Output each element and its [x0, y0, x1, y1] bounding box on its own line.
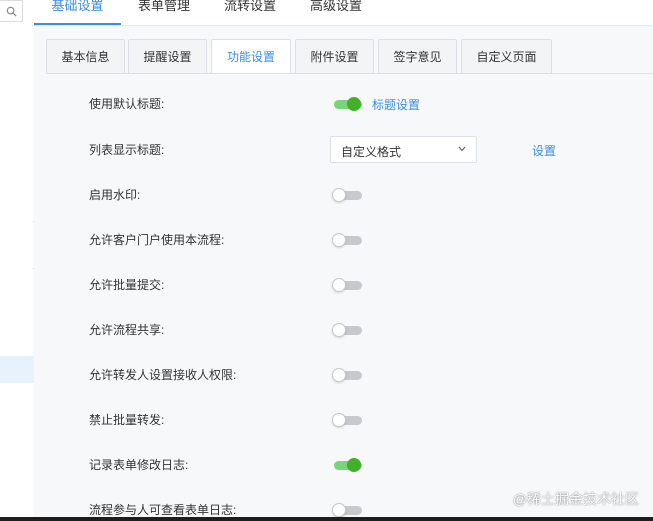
toggle-default-title[interactable]: [332, 97, 362, 111]
sub-tab-divider: [46, 73, 653, 74]
list-title-setting-link[interactable]: 设置: [532, 142, 556, 159]
row-label-batch-forward: 禁止批量转发:: [89, 413, 165, 427]
sub-tab-bar: 基本信息 提醒设置 功能设置 附件设置 签字意见 自定义页面: [46, 39, 653, 73]
row-label-watermark: 启用水印:: [89, 188, 141, 202]
toggle-flow-share[interactable]: [332, 323, 362, 337]
toggle-participant-view-log[interactable]: [332, 503, 362, 517]
sub-tab-reminder-settings[interactable]: 提醒设置: [128, 39, 207, 73]
tab-flow-settings[interactable]: 流转设置: [207, 0, 293, 25]
toggle-watermark[interactable]: [332, 188, 362, 202]
search-icon: [6, 6, 17, 17]
row-label-customer-portal: 允许客户门户使用本流程:: [89, 233, 225, 247]
row-label-flow-share: 允许流程共享:: [89, 323, 165, 337]
row-label-default-title: 使用默认标题:: [89, 97, 165, 111]
row-label-form-log: 记录表单修改日志:: [89, 458, 189, 472]
toggle-batch-forward[interactable]: [332, 413, 362, 427]
settings-panel: 基本信息 提醒设置 功能设置 附件设置 签字意见 自定义页面 使用默认标题: 标…: [34, 26, 653, 521]
tab-basic-settings[interactable]: 基础设置: [34, 0, 121, 25]
row-label-list-title: 列表显示标题:: [89, 143, 165, 157]
tab-advanced-settings[interactable]: 高级设置: [293, 0, 379, 25]
chevron-down-icon: [458, 146, 466, 152]
sub-tab-attachment-settings[interactable]: 附件设置: [295, 39, 374, 73]
toggle-customer-portal[interactable]: [332, 233, 362, 247]
title-setting-link[interactable]: 标题设置: [372, 96, 420, 113]
sidebar-item-active[interactable]: [0, 356, 34, 383]
row-label-participant-view-log: 流程参与人可查看表单日志:: [89, 503, 237, 517]
sub-tab-custom-page[interactable]: 自定义页面: [461, 39, 552, 73]
sub-tab-function-settings[interactable]: 功能设置: [211, 39, 291, 73]
bottom-edge-bar: [0, 517, 653, 521]
toggle-batch-submit[interactable]: [332, 278, 362, 292]
toggle-form-log[interactable]: [332, 458, 362, 472]
left-sidebar: [0, 0, 35, 521]
sub-tab-basic-info[interactable]: 基本信息: [46, 39, 125, 73]
top-tab-bar: 基础设置 表单管理 流转设置 高级设置: [34, 0, 653, 26]
list-title-select[interactable]: 自定义格式: [330, 136, 477, 163]
tab-form-management[interactable]: 表单管理: [121, 0, 207, 25]
list-title-select-value: 自定义格式: [341, 145, 402, 159]
sub-tab-signature-opinion[interactable]: 签字意见: [378, 39, 457, 73]
toggle-forward-permission[interactable]: [332, 368, 362, 382]
watermark-text: @稀土掘金技术社区: [512, 491, 639, 507]
row-label-forward-permission: 允许转发人设置接收人权限:: [89, 368, 237, 382]
sidebar-search-button[interactable]: [0, 0, 23, 22]
row-label-batch-submit: 允许批量提交:: [89, 278, 165, 292]
